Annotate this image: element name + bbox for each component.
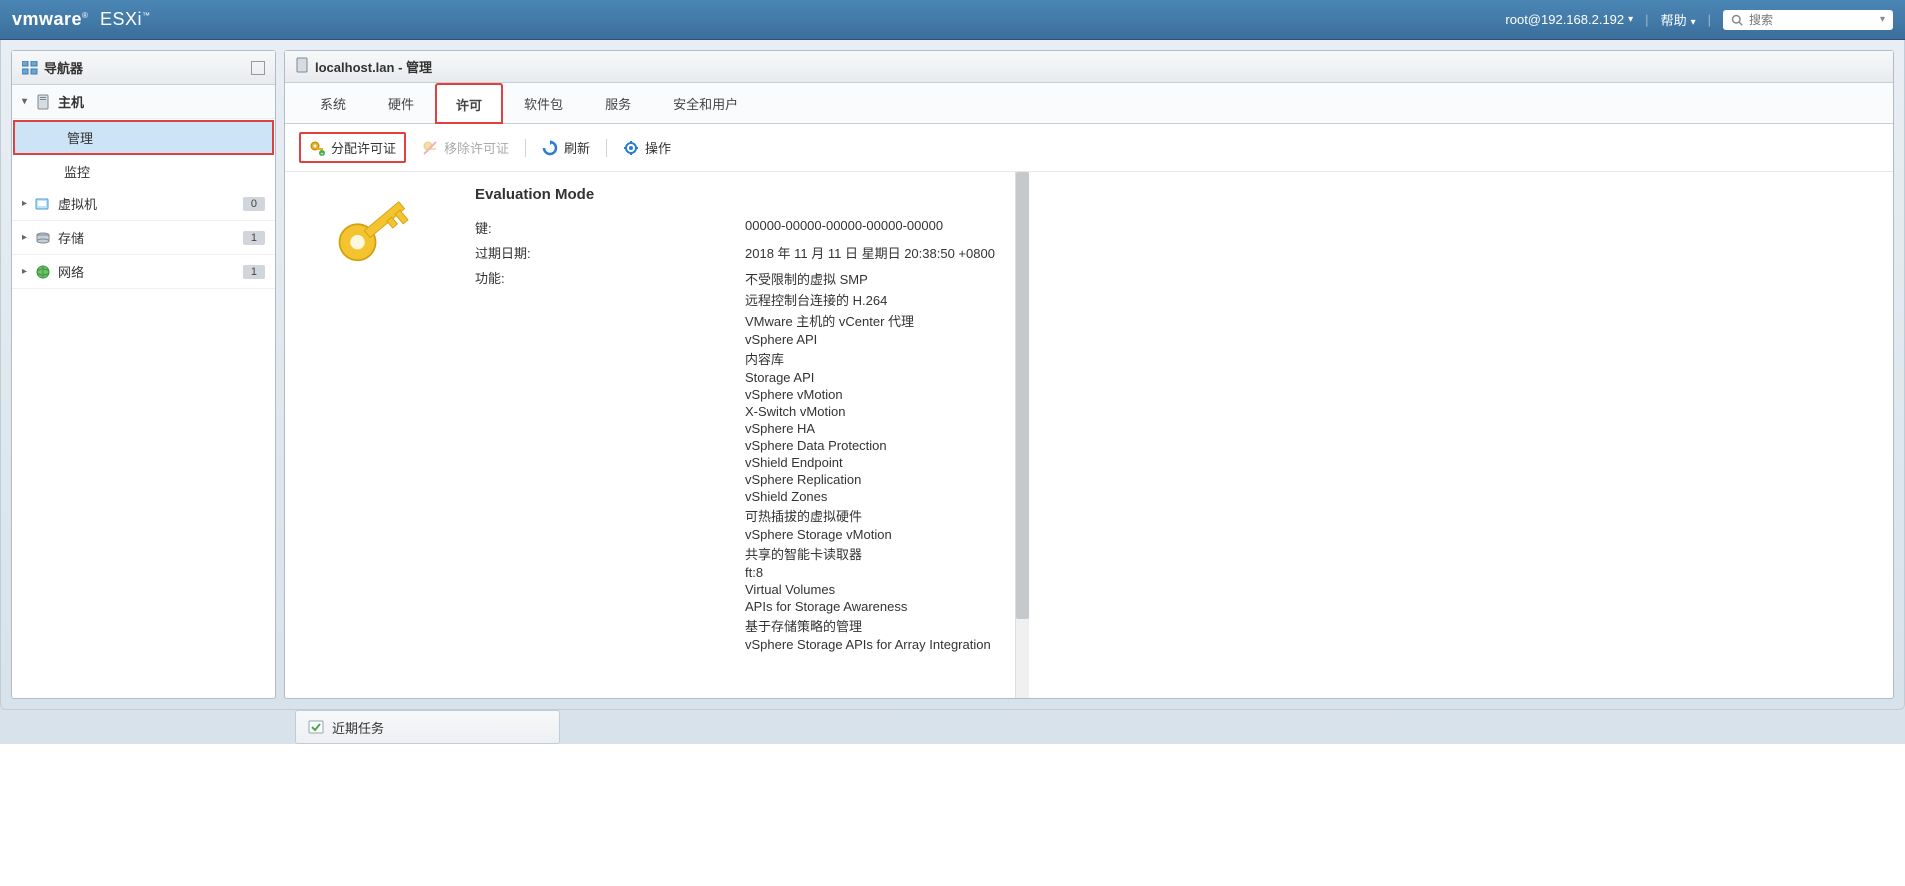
content-panel: localhost.lan - 管理 系统 硬件 许可 软件包 服务 安全和用户…	[284, 50, 1894, 699]
navigator-icon	[22, 61, 38, 75]
host-icon	[34, 94, 52, 110]
feature-item: vSphere API	[745, 331, 991, 348]
sidebar-item-label: 网络	[58, 262, 84, 281]
search-box[interactable]: ▾	[1723, 10, 1893, 30]
license-details: Evaluation Mode 键: 00000-00000-00000-000…	[475, 186, 995, 648]
refresh-icon	[542, 140, 558, 156]
pin-icon[interactable]	[251, 61, 265, 75]
vm-icon	[34, 196, 52, 212]
separator	[606, 139, 607, 157]
scroll-thumb[interactable]	[1016, 172, 1029, 619]
expand-icon: ▸	[22, 232, 34, 243]
refresh-button[interactable]: 刷新	[534, 134, 598, 161]
expiry-label: 过期日期:	[475, 243, 745, 262]
sidebar-item-label: 存储	[58, 228, 84, 247]
feature-item: vSphere Data Protection	[745, 437, 991, 454]
feature-item: 内容库	[745, 348, 991, 369]
feature-item: vSphere HA	[745, 420, 991, 437]
features-label: 功能:	[475, 268, 745, 287]
feature-item: ft:8	[745, 564, 991, 581]
feature-item: X-Switch vMotion	[745, 403, 991, 420]
key-label: 键:	[475, 218, 745, 237]
remove-license-button: 移除许可证	[414, 134, 517, 161]
host-icon	[295, 57, 309, 76]
feature-item: vShield Endpoint	[745, 454, 991, 471]
separator: |	[1645, 12, 1648, 27]
tasks-label: 近期任务	[332, 718, 384, 737]
user-menu[interactable]: root@192.168.2.192	[1505, 12, 1633, 27]
feature-item: 不受限制的虚拟 SMP	[745, 268, 991, 289]
license-key-graphic	[305, 186, 475, 648]
host-label: 主机	[58, 92, 84, 111]
recent-tasks-panel[interactable]: 近期任务	[295, 710, 560, 744]
panel-title: localhost.lan - 管理	[315, 57, 432, 76]
feature-item: vShield Zones	[745, 488, 991, 505]
search-icon	[1731, 14, 1743, 26]
feature-item: 基于存储策略的管理	[745, 615, 991, 636]
features-list: 不受限制的虚拟 SMP远程控制台连接的 H.264VMware 主机的 vCen…	[745, 268, 991, 653]
chevron-down-icon: ▾	[1880, 14, 1885, 25]
feature-item: Storage API	[745, 369, 991, 386]
network-icon	[34, 264, 52, 280]
key-value: 00000-00000-00000-00000-00000	[745, 218, 943, 237]
feature-item: VMware 主机的 vCenter 代理	[745, 310, 991, 331]
feature-item: 远程控制台连接的 H.264	[745, 289, 991, 310]
sidebar-item-label: 虚拟机	[58, 194, 97, 213]
storage-icon	[34, 230, 52, 246]
feature-item: 共享的智能卡读取器	[745, 543, 991, 564]
feature-item: vSphere Storage vMotion	[745, 526, 991, 543]
tab-bar: 系统 硬件 许可 软件包 服务 安全和用户	[285, 83, 1893, 124]
sidebar-item-vms[interactable]: ▸ 虚拟机 0	[12, 187, 275, 221]
logo-brand: vmware	[12, 9, 82, 29]
feature-item: 可热插拔的虚拟硬件	[745, 505, 991, 526]
navigator-header: 导航器	[12, 51, 275, 85]
tab-services[interactable]: 服务	[584, 83, 652, 123]
sidebar-item-manage[interactable]: 管理	[13, 120, 274, 155]
sidebar-item-monitor[interactable]: 监控	[12, 156, 275, 187]
key-remove-icon	[422, 140, 438, 156]
tab-license[interactable]: 许可	[435, 83, 503, 124]
navigator-title: 导航器	[44, 58, 83, 77]
logo-product: ESXi	[100, 9, 142, 29]
toolbar: + 分配许可证 移除许可证 刷新 操作	[285, 124, 1893, 172]
main-area: localhost.lan - 管理 系统 硬件 许可 软件包 服务 安全和用户…	[284, 50, 1894, 699]
panel-header: localhost.lan - 管理	[285, 51, 1893, 83]
expiry-value: 2018 年 11 月 11 日 星期日 20:38:50 +0800	[745, 243, 995, 262]
logo: vmware® ESXi™	[12, 9, 151, 30]
license-mode: Evaluation Mode	[475, 186, 995, 203]
feature-item: vSphere Storage APIs for Array Integrati…	[745, 636, 991, 653]
navigator-panel: 导航器 ▾ 主机 管理 监控 ▸ 虚拟机 0 ▸ 存储 1 ▸ 网络 1	[11, 50, 276, 699]
help-menu[interactable]: 帮助	[1661, 10, 1696, 29]
assign-license-button[interactable]: + 分配许可证	[299, 132, 406, 163]
expand-icon: ▸	[22, 266, 34, 277]
scrollbar[interactable]	[1015, 172, 1029, 698]
expand-icon: ▸	[22, 198, 34, 209]
gear-icon	[623, 140, 639, 156]
feature-item: vSphere Replication	[745, 471, 991, 488]
license-content: Evaluation Mode 键: 00000-00000-00000-000…	[285, 172, 1015, 662]
separator: |	[1708, 12, 1711, 27]
tasks-icon	[308, 719, 324, 735]
tab-security[interactable]: 安全和用户	[652, 83, 759, 123]
tab-hardware[interactable]: 硬件	[367, 83, 435, 123]
collapse-icon: ▾	[22, 96, 34, 107]
separator	[525, 139, 526, 157]
count-badge: 0	[243, 197, 265, 211]
actions-button[interactable]: 操作	[615, 134, 679, 161]
feature-item: Virtual Volumes	[745, 581, 991, 598]
count-badge: 1	[243, 231, 265, 245]
tab-packages[interactable]: 软件包	[503, 83, 584, 123]
sidebar-item-host[interactable]: ▾ 主机	[12, 85, 275, 119]
svg-text:+: +	[320, 152, 324, 156]
search-input[interactable]	[1749, 13, 1869, 27]
tab-system[interactable]: 系统	[299, 83, 367, 123]
count-badge: 1	[243, 265, 265, 279]
top-bar: vmware® ESXi™ root@192.168.2.192 | 帮助 | …	[0, 0, 1905, 40]
key-add-icon: +	[309, 140, 325, 156]
feature-item: APIs for Storage Awareness	[745, 598, 991, 615]
feature-item: vSphere vMotion	[745, 386, 991, 403]
sidebar-item-network[interactable]: ▸ 网络 1	[12, 255, 275, 289]
sidebar-item-storage[interactable]: ▸ 存储 1	[12, 221, 275, 255]
